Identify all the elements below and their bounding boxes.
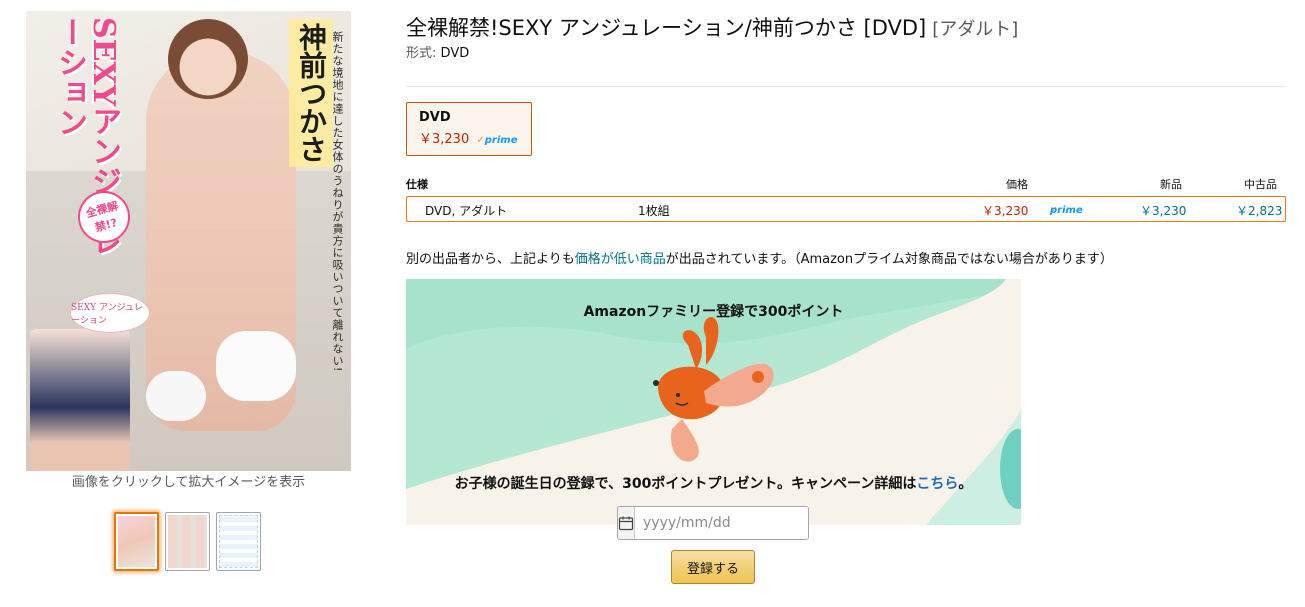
thumbnail-3[interactable] xyxy=(216,512,261,571)
family-promo-banner: Amazonファミリー登録で300ポイント お子様の誕生日の登録で、300ポイン… xyxy=(406,279,1021,525)
prime-badge: ✓prime xyxy=(476,135,517,146)
cover-inset-logo: SEXY アンジュレーション xyxy=(70,293,150,333)
cover-sock-right xyxy=(146,371,206,421)
promo-heading: Amazonファミリー登録で300ポイント xyxy=(583,304,844,320)
cover-figure-head xyxy=(168,19,248,99)
register-button[interactable]: 登録する xyxy=(671,550,755,584)
cover-sock-left xyxy=(216,331,296,401)
product-title: 全裸解禁!SEXY アンジュレーション/神前つかさ [DVD] [アダルト] xyxy=(406,12,1018,42)
row-new-price-link[interactable]: ￥3,230 xyxy=(1140,202,1186,219)
thumbnail-2[interactable] xyxy=(165,512,210,571)
swatch-price-line: ￥3,230 ✓prime xyxy=(419,128,519,147)
notice-after: が出品されています。（Amazonプライム対象商品ではない場合があります） xyxy=(665,252,1113,267)
prime-check-icon: ✓ xyxy=(476,135,485,146)
row-price: ￥3,230 xyxy=(982,204,1029,218)
category-tag: [アダルト] xyxy=(932,19,1019,40)
birthday-date-input[interactable] xyxy=(635,507,808,539)
swatch-price: ￥3,230 xyxy=(419,132,470,147)
row-prime-label: prime xyxy=(1050,205,1083,216)
notice-before: 別の出品者から、上記よりも xyxy=(406,252,575,267)
swatch-name: DVD xyxy=(419,110,451,125)
promo-details-link[interactable]: こちら xyxy=(916,476,958,492)
lower-price-link[interactable]: 価格が低い商品 xyxy=(575,252,666,267)
header-price: 価格 xyxy=(1006,178,1028,191)
format-swatch-dvd[interactable]: DVD ￥3,230 ✓prime xyxy=(406,102,532,156)
thumbnail-1-image xyxy=(118,516,155,567)
row-discs: 1枚組 xyxy=(638,204,670,218)
promo-text-suffix: 。 xyxy=(958,476,973,492)
cover-performer-name: 神前つかさ xyxy=(289,19,333,167)
header-used: 中古品 xyxy=(1244,178,1277,191)
cover-inset-photo xyxy=(30,329,130,471)
product-title-text: 全裸解禁!SEXY アンジュレーション/神前つかさ [DVD] xyxy=(406,16,927,40)
image-caption: 画像をクリックして拡大イメージを表示 xyxy=(71,475,306,490)
row-format: DVD, アダルト xyxy=(425,204,508,218)
thumbnail-strip xyxy=(114,512,261,571)
spec-table-row[interactable]: DVD, アダルト 1枚組 ￥3,230 ✓ prime ￥3,230 ￥2,82… xyxy=(406,196,1286,222)
calendar-icon[interactable] xyxy=(618,507,635,539)
divider xyxy=(406,86,1286,87)
format-label: 形式: xyxy=(406,46,437,61)
row-used-price-link[interactable]: ￥2,823 xyxy=(1236,202,1282,219)
thumbnail-3-image xyxy=(219,515,258,568)
format-value: DVD xyxy=(440,46,470,61)
thumbnail-1[interactable] xyxy=(114,512,159,571)
spec-table-header: 仕様 価格 新品 中古品 xyxy=(406,176,1286,194)
header-spec: 仕様 xyxy=(406,178,428,191)
main-product-image[interactable]: SEXYアンジュレーション 新たな境地に達した女体のうねりが貴方に吸いついて離れ… xyxy=(26,11,351,471)
header-new: 新品 xyxy=(1160,178,1182,191)
thumbnail-2-image xyxy=(168,515,207,568)
birthday-date-field xyxy=(617,506,809,540)
lower-price-notice: 別の出品者から、上記よりも価格が低い商品が出品されています。（Amazonプライ… xyxy=(406,248,1113,267)
promo-text-body: お子様の誕生日の登録で、300ポイントプレゼント。キャンペーン詳細は xyxy=(454,476,917,492)
promo-text: お子様の誕生日の登録で、300ポイントプレゼント。キャンペーン詳細はこちら。 xyxy=(406,473,1021,493)
format-line: 形式: DVD xyxy=(406,42,469,61)
prime-label: prime xyxy=(484,135,518,146)
